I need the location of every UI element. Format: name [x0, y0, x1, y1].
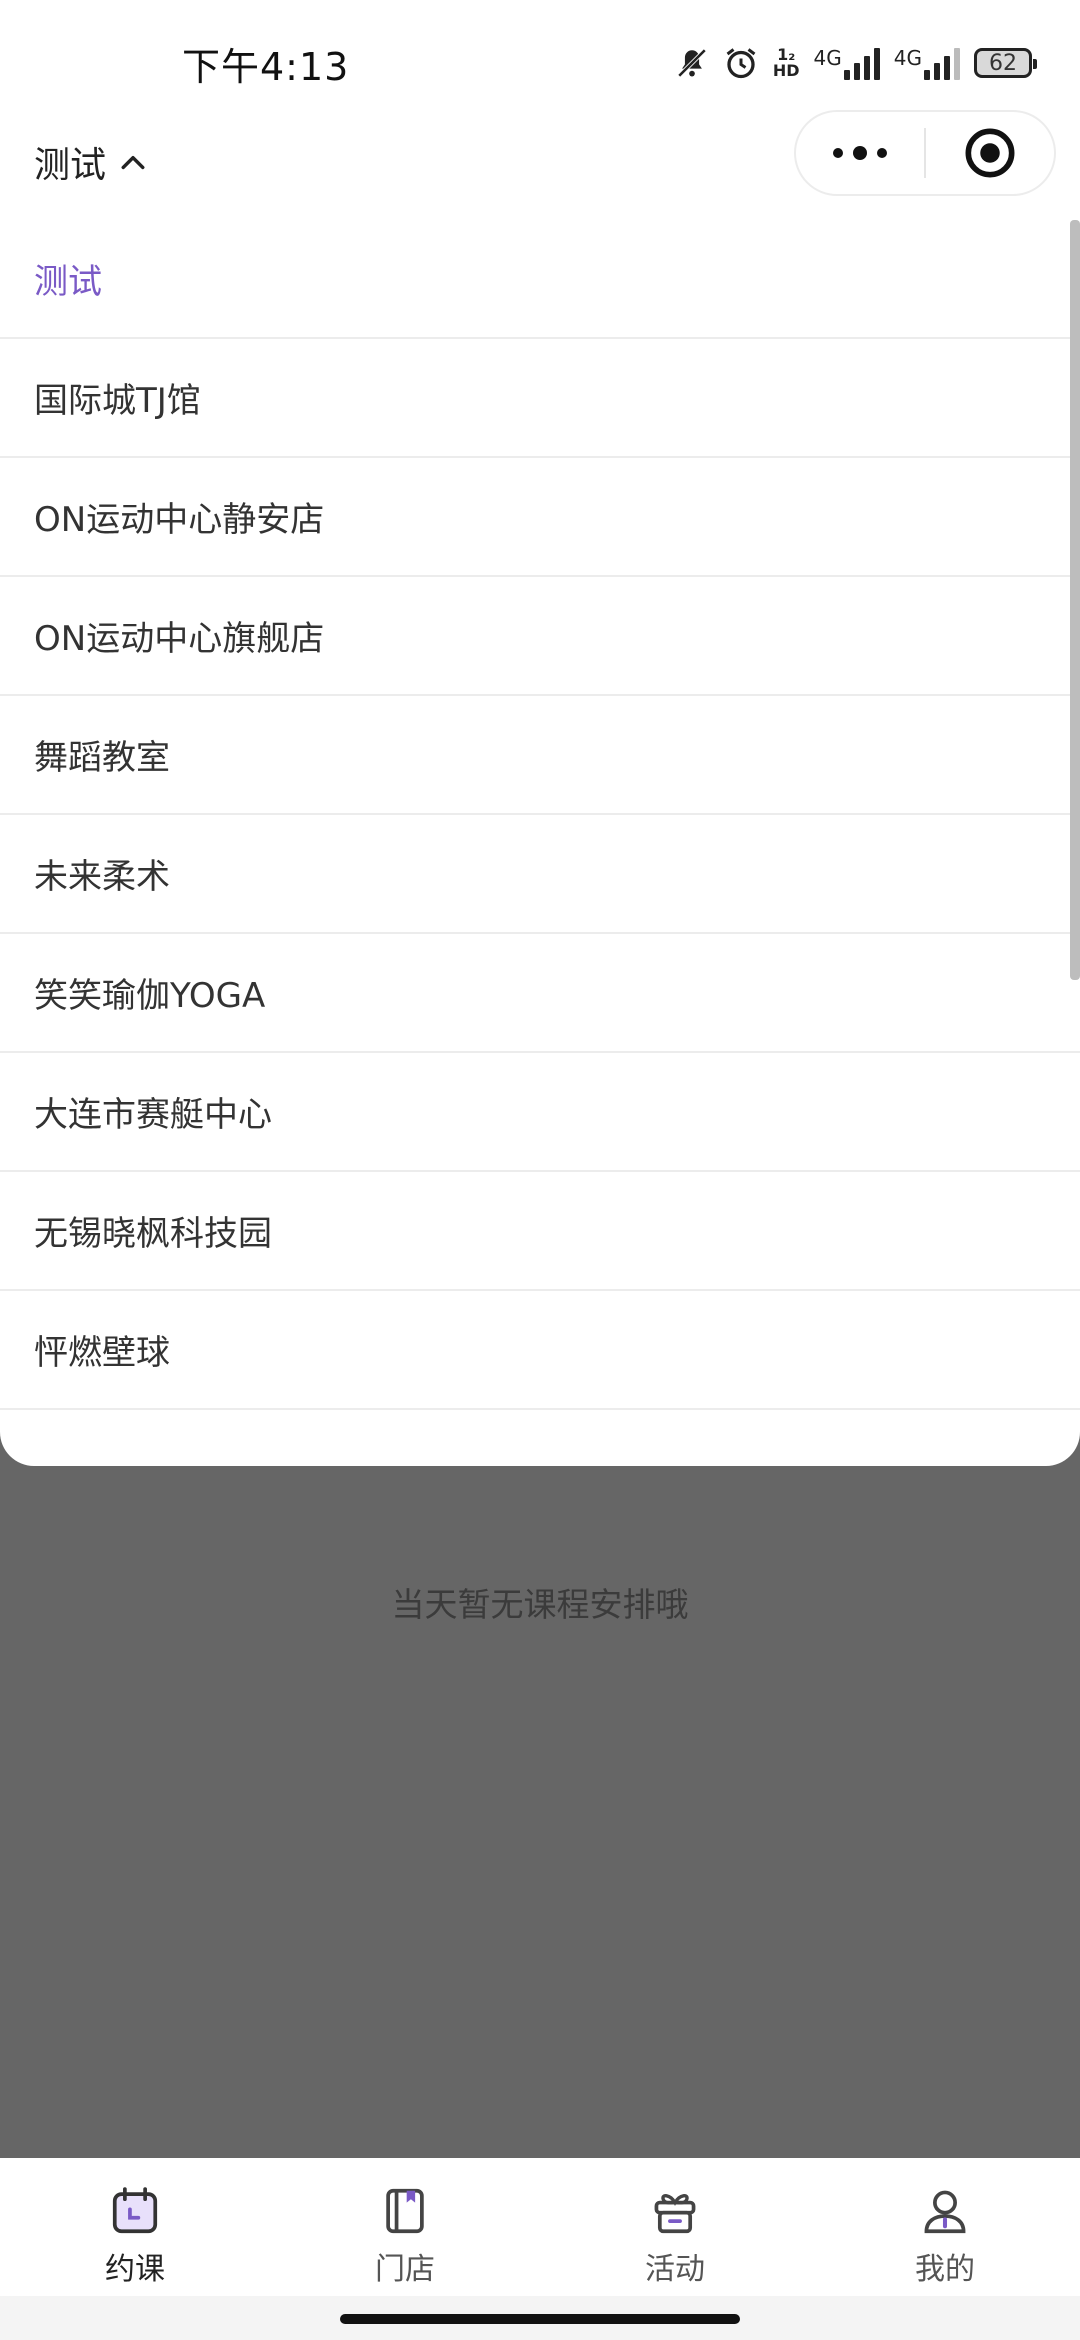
tab-label: 门店 — [375, 2252, 435, 2287]
target-close-icon — [965, 128, 1015, 178]
user-icon — [924, 2190, 966, 2234]
store-option[interactable]: 大连市赛艇中心 — [0, 1053, 1080, 1172]
status-bar: 下午4:13 1₂ HD 4G 4G 62 — [0, 0, 1080, 120]
more-button[interactable] — [796, 112, 924, 194]
store-option[interactable]: ON运动中心旗舰店 — [0, 577, 1080, 696]
scrollbar[interactable] — [1070, 220, 1080, 980]
more-dots-icon — [833, 146, 887, 160]
store-option[interactable]: 未来柔术 — [0, 815, 1080, 934]
status-icons: 1₂ HD 4G 4G 62 — [675, 38, 1037, 88]
tab-book[interactable]: 门店 — [270, 2158, 540, 2296]
store-list: 测试 国际城TJ馆 ON运动中心静安店 ON运动中心旗舰店 舞蹈教室 未来柔术 笑笑瑜伽YO… — [0, 220, 1080, 1410]
hd-icon: 1₂ HD — [772, 45, 800, 80]
chevron-up-icon — [121, 155, 145, 170]
status-time: 下午4:13 — [182, 45, 350, 89]
book-icon — [386, 2188, 424, 2234]
tab-label: 约课 — [105, 2252, 165, 2287]
close-mini-program-button[interactable] — [926, 112, 1054, 194]
bell-off-icon — [675, 46, 709, 80]
store-name: 测试 — [34, 145, 107, 186]
store-option[interactable]: 无锡晓枫科技园 — [0, 1172, 1080, 1291]
battery-level: 62 — [989, 50, 1017, 76]
signal-label: 4G — [893, 46, 922, 70]
tab-user[interactable]: 我的 — [810, 2158, 1080, 2296]
store-option[interactable]: 测试 — [0, 220, 1080, 339]
mini-program-capsule — [794, 110, 1056, 196]
tab-label: 我的 — [915, 2252, 975, 2287]
store-selector[interactable]: 测试 — [34, 136, 146, 188]
store-option[interactable]: ON运动中心静安店 — [0, 458, 1080, 577]
header: 测试 — [0, 110, 1080, 220]
store-dropdown: 测试 国际城TJ馆 ON运动中心静安店 ON运动中心旗舰店 舞蹈教室 未来柔术 笑笑瑜伽YO… — [0, 220, 1080, 1466]
store-option[interactable]: 舞蹈教室 — [0, 696, 1080, 815]
store-option[interactable]: 国际城TJ馆 — [0, 339, 1080, 458]
alarm-icon — [723, 45, 759, 81]
signal-icon: 4G — [894, 46, 960, 80]
home-indicator[interactable] — [340, 2314, 740, 2324]
bottom-tab-bar: 约课 门店 活动 我的 — [0, 2158, 1080, 2296]
store-option[interactable]: 怦燃壁球 — [0, 1291, 1080, 1410]
gift-icon — [654, 2194, 696, 2234]
signal-icon: 4G — [814, 46, 880, 80]
empty-schedule-text: 当天暂无课程安排哦 — [391, 1585, 689, 1624]
tab-label: 活动 — [645, 2252, 705, 2287]
tab-gift[interactable]: 活动 — [540, 2158, 810, 2296]
store-option[interactable]: 笑笑瑜伽YOGA — [0, 934, 1080, 1053]
tab-calendar[interactable]: 约课 — [0, 2158, 270, 2296]
signal-label: 4G — [813, 46, 842, 70]
calendar-icon — [112, 2187, 158, 2234]
battery-icon: 62 — [974, 48, 1037, 78]
